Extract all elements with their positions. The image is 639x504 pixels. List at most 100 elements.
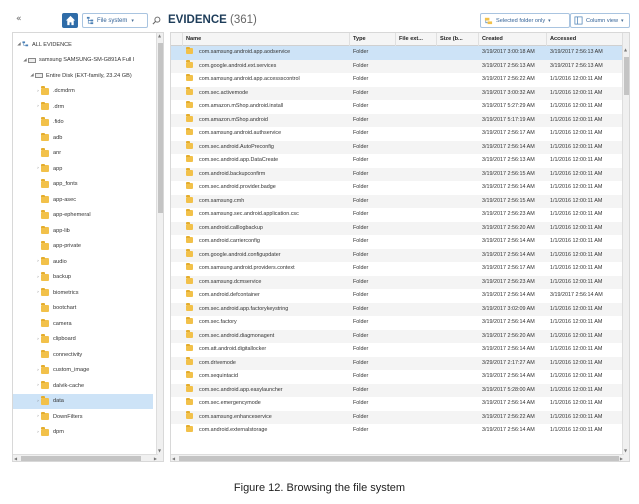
- table-row[interactable]: com.android.calllogbackup Folder 3/19/2017…: [171, 221, 624, 235]
- column-header-file-ext[interactable]: File ext...: [396, 33, 437, 46]
- scroll-up-icon[interactable]: ▲: [158, 33, 161, 38]
- search-icon[interactable]: [152, 16, 161, 25]
- tree-item-root[interactable]: ◢ ALL EVIDENCE: [13, 37, 153, 53]
- tree-item-folder[interactable]: app-lib: [13, 223, 153, 239]
- collapse-panel-button[interactable]: «: [16, 14, 22, 24]
- selected-folder-only-button[interactable]: Selected folder only ▾: [480, 13, 570, 28]
- table-row[interactable]: com.samsung.cmh Folder 3/19/2017 2:56:15 A…: [171, 194, 624, 208]
- table-row[interactable]: com.samsung.enhanceservice Folder 3/19/201…: [171, 410, 624, 424]
- tree-horizontal-scrollbar[interactable]: ◀ ▶: [13, 454, 158, 461]
- column-header-size[interactable]: Size (b...: [437, 33, 479, 46]
- evidence-tree[interactable]: ◢ ALL EVIDENCE ◢ samsung SAMSUNG-SM-G891A F…: [12, 32, 164, 462]
- table-row[interactable]: com.samsung.dcmservice Folder 3/19/2017 2:…: [171, 275, 624, 289]
- cell-created-text: 3/19/2017 2:56:14 AM: [482, 400, 535, 406]
- scroll-right-icon[interactable]: ▶: [620, 456, 623, 461]
- cell-created-text: 3/19/2017 2:56:13 AM: [482, 157, 535, 163]
- folder-icon: [41, 318, 49, 328]
- table-row[interactable]: com.android.defcontainer Folder 3/19/2017 …: [171, 289, 624, 303]
- table-row[interactable]: com.sec.factory Folder 3/19/2017 2:56:14 A…: [171, 316, 624, 330]
- table-row[interactable]: com.amazon.mShop.android Folder 3/19/2017 …: [171, 113, 624, 127]
- grid-horizontal-scrollbar[interactable]: ◀ ▶: [171, 454, 624, 461]
- tree-item-device[interactable]: ◢ samsung SAMSUNG-SM-G891A Full I: [13, 53, 153, 69]
- disk-icon: [35, 73, 43, 79]
- tree-item-folder[interactable]: anr: [13, 146, 153, 162]
- file-grid[interactable]: Name Type File ext... Size (b... Created…: [170, 32, 630, 462]
- cell-type: Folder: [350, 100, 396, 114]
- table-row[interactable]: com.google.android.ext.services Folder 3/1…: [171, 59, 624, 73]
- column-header-name[interactable]: Name: [183, 33, 350, 46]
- table-row[interactable]: com.samsung.android.providers.context Fol…: [171, 262, 624, 276]
- folder-icon: [41, 380, 49, 390]
- scroll-right-icon[interactable]: ▶: [154, 456, 157, 461]
- tree-item-folder[interactable]: .fido: [13, 115, 153, 131]
- table-row[interactable]: com.samsung.sec.android.application.csc F…: [171, 208, 624, 222]
- tree-item-folder[interactable]: bootchart: [13, 301, 153, 317]
- tree-item-folder[interactable]: connectivity: [13, 347, 153, 363]
- scroll-down-icon[interactable]: ▼: [158, 448, 161, 453]
- table-row[interactable]: com.android.carrierconfig Folder 3/19/2017…: [171, 235, 624, 249]
- table-row[interactable]: com.sec.android.app.factorykeystring Fold…: [171, 302, 624, 317]
- tree-item-folder[interactable]: › app: [13, 161, 153, 177]
- table-row[interactable]: com.android.externalstorage Folder 3/19/20…: [171, 424, 624, 438]
- tree-item-folder[interactable]: › backup: [13, 270, 153, 286]
- table-row[interactable]: com.sec.android.app.easylauncher Folder 3/…: [171, 383, 624, 397]
- cell-name-text: com.amazon.mShop.android.install: [199, 103, 284, 109]
- tree-item-folder[interactable]: › .drm: [13, 99, 153, 115]
- tree-item-folder[interactable]: app_fonts: [13, 177, 153, 193]
- cell-created: 3/19/2017 2:56:17 AM: [479, 127, 547, 141]
- table-row[interactable]: com.samsung.android.authservice Folder 3/1…: [171, 127, 624, 141]
- scroll-left-icon[interactable]: ◀: [14, 456, 17, 461]
- column-header-created[interactable]: Created: [479, 33, 547, 46]
- tree-item-folder[interactable]: › audio: [13, 254, 153, 270]
- cell-created-text: 3/19/2017 2:56:20 AM: [482, 332, 535, 339]
- tree-item-folder[interactable]: › dpm: [13, 425, 153, 441]
- tree-item-folder[interactable]: app-asec: [13, 192, 153, 208]
- tree-item-folder[interactable]: camera: [13, 316, 153, 332]
- column-header-accessed[interactable]: Accessed: [547, 33, 624, 46]
- scroll-left-icon[interactable]: ◀: [172, 456, 175, 461]
- table-row[interactable]: com.sec.android.app.DataCreate Folder 3/19…: [171, 154, 624, 168]
- tree-item-folder[interactable]: › DownFilters: [13, 409, 153, 425]
- folder-icon: [41, 194, 49, 204]
- table-row[interactable]: com.drivemode Folder 3/29/2017 2:17:27 AM 1…: [171, 356, 624, 370]
- table-row[interactable]: com.att.android.digitallocker Folder 3/19/…: [171, 343, 624, 357]
- tree-item-folder[interactable]: › dalvik-cache: [13, 378, 153, 394]
- table-row[interactable]: com.sec.android.diagmonagent Folder 3/19/2…: [171, 329, 624, 343]
- tree-item-folder[interactable]: app-private: [13, 239, 153, 255]
- column-view-button[interactable]: Column view ▾: [570, 13, 630, 28]
- tree-hscroll-thumb[interactable]: [21, 456, 141, 461]
- table-row[interactable]: com.amazon.mShop.android.install Folder 3/…: [171, 100, 624, 114]
- tree-item-label: custom_image: [53, 367, 90, 374]
- table-row[interactable]: com.google.android.configupdater Folder 3/…: [171, 248, 624, 262]
- scroll-down-icon[interactable]: ▼: [624, 448, 627, 453]
- grid-vertical-scrollbar[interactable]: ▲ ▼: [622, 33, 629, 461]
- table-row[interactable]: com.samsung.android.app.accessscontrol Fo…: [171, 73, 624, 87]
- table-row[interactable]: com.samsung.android.app.aodservice Folder…: [171, 46, 624, 60]
- folder-icon: [186, 262, 193, 270]
- tree-item-folder[interactable]: › custom_image: [13, 363, 153, 379]
- tree-item-folder[interactable]: › clipboard: [13, 332, 153, 348]
- tree-item-folder[interactable]: › biometrics: [13, 285, 153, 301]
- tree-item-folder[interactable]: › data: [13, 393, 153, 409]
- grid-scroll-thumb[interactable]: [624, 57, 629, 95]
- tree-scroll-thumb[interactable]: [158, 43, 163, 213]
- table-row[interactable]: com.sec.android.provider.badge Folder 3/19…: [171, 181, 624, 195]
- cell-name: com.sec.activemode: [183, 87, 350, 101]
- view-selector-dropdown[interactable]: File system ▾: [82, 13, 148, 28]
- tree-item-disk[interactable]: ◢ Entire Disk (EXT-family, 23.24 GB): [13, 68, 153, 84]
- tree-item-folder[interactable]: app-ephemeral: [13, 208, 153, 224]
- column-header-type[interactable]: Type: [350, 33, 396, 46]
- table-row[interactable]: com.android.backupconfirm Folder 3/19/2017…: [171, 167, 624, 181]
- cell-type: Folder: [350, 303, 396, 317]
- cell-accessed-text: 3/19/2017 2:56:14 AM: [550, 292, 603, 298]
- scroll-up-icon[interactable]: ▲: [624, 47, 627, 52]
- tree-vertical-scrollbar[interactable]: ▲ ▼: [156, 33, 163, 461]
- grid-hscroll-thumb[interactable]: [179, 456, 619, 461]
- table-row[interactable]: com.sec.activemode Folder 3/19/2017 3:00:3…: [171, 86, 624, 101]
- table-row[interactable]: com.sequintacid Folder 3/19/2017 2:56:14 A…: [171, 370, 624, 384]
- home-button[interactable]: [62, 13, 78, 28]
- tree-item-folder[interactable]: › .dcmdrm: [13, 84, 153, 100]
- tree-item-folder[interactable]: adb: [13, 130, 153, 146]
- table-row[interactable]: com.sec.emergencymode Folder 3/19/2017 2:5…: [171, 397, 624, 411]
- table-row[interactable]: com.sec.android.AutoPreconfig Folder 3/19/…: [171, 140, 624, 154]
